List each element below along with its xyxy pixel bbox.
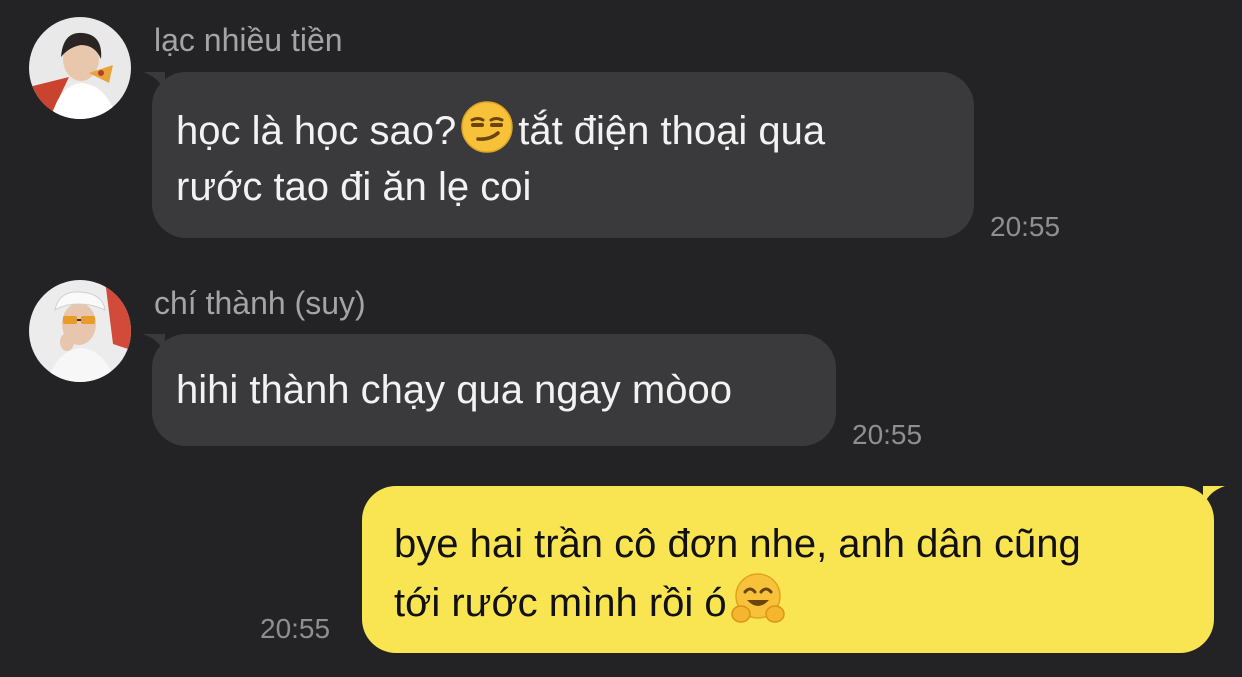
message-text: tới rước mình rồi ó — [394, 581, 727, 625]
hugging-emoji-icon — [730, 573, 785, 623]
message-text-line: tới rước mình rồi ó — [394, 572, 1182, 631]
profile-photo — [29, 280, 131, 382]
message-time: 20:55 — [990, 211, 1061, 242]
avatar[interactable] — [29, 17, 131, 119]
message-text: bye hai trần cô đơn nhe, anh dân cũng — [394, 522, 1081, 566]
message-bubble-outgoing[interactable]: bye hai trần cô đơn nhe, anh dân cũng tớ… — [362, 486, 1214, 653]
message-text: tắt điện thoại qua — [518, 109, 826, 153]
message-text: hihi thành chạy qua ngay mòoo — [176, 368, 732, 412]
sender-name: chí thành (suy) — [154, 285, 366, 321]
sender-name: lạc nhiều tiền — [154, 22, 343, 58]
message-time: 20:55 — [260, 613, 331, 644]
message-time: 20:55 — [852, 419, 923, 450]
message-text: rước tao đi ăn lẹ coi — [176, 165, 532, 209]
message-text: học là học sao? — [176, 109, 457, 153]
avatar[interactable] — [29, 280, 131, 382]
bubble-tail — [143, 334, 165, 356]
message-text-line: học là học sao? tắt điện thoại qua — [176, 100, 950, 159]
message-bubble-incoming[interactable]: hihi thành chạy qua ngay mòoo — [152, 334, 836, 446]
bubble-tail — [143, 72, 165, 94]
message-bubble-incoming[interactable]: học là học sao? tắt điện thoại qua rước … — [152, 72, 974, 238]
chat-thread: lạc nhiều tiền học là học sao? tắt điện … — [0, 0, 1242, 677]
bubble-tail — [1203, 486, 1225, 508]
smirk-emoji-icon — [461, 101, 513, 153]
profile-photo — [29, 17, 131, 119]
